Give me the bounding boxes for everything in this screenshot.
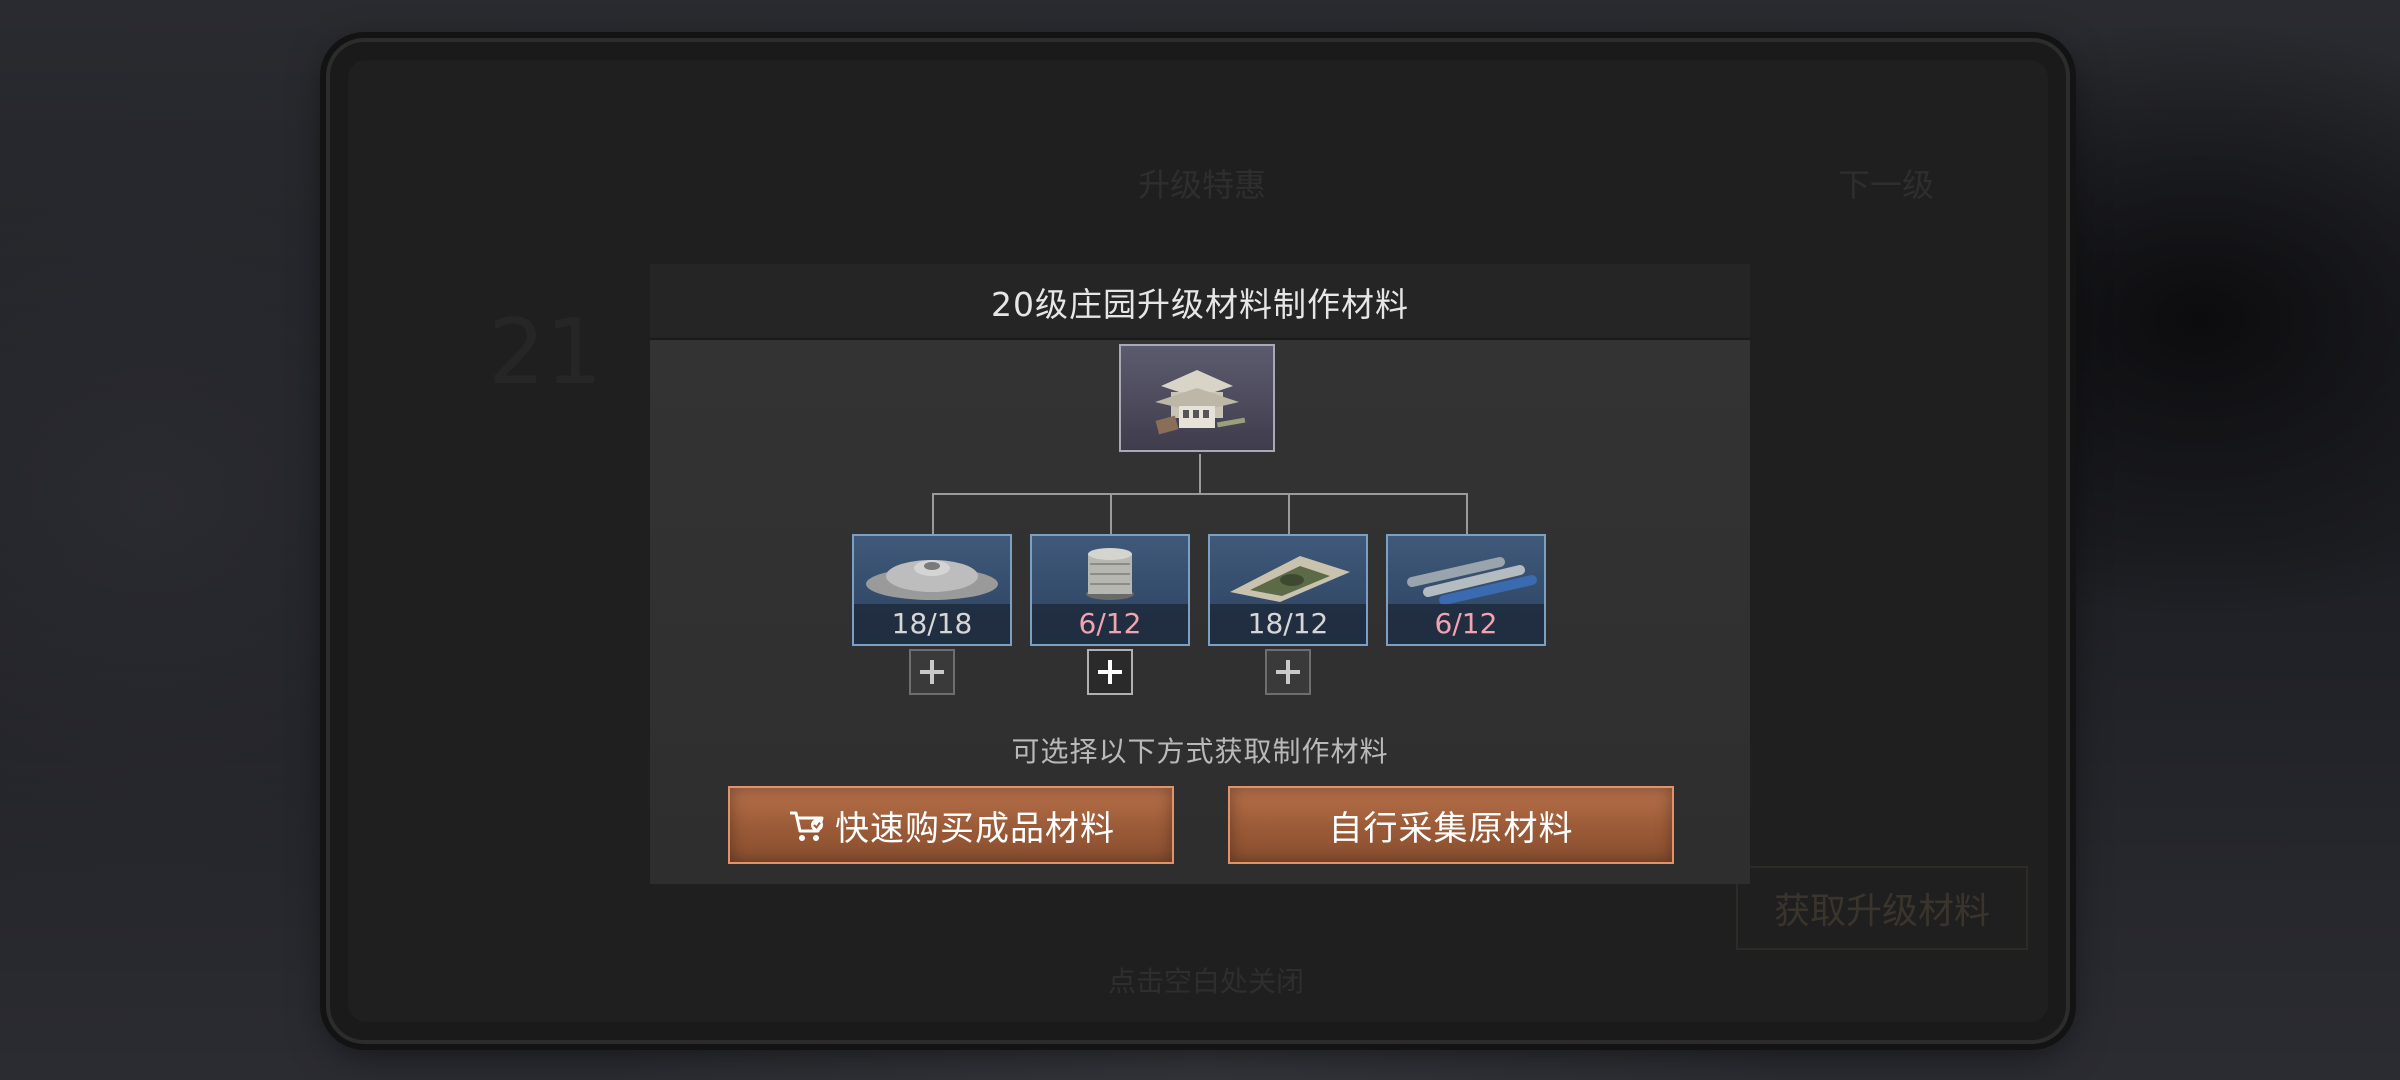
steel-pipes-icon <box>1407 557 1537 605</box>
material-count: 6/12 <box>1388 604 1544 644</box>
self-gather-button[interactable]: 自行采集原材料 <box>1228 786 1674 864</box>
add-ore-button[interactable] <box>909 649 955 695</box>
background-next-level: 下一级 <box>1838 166 1935 204</box>
add-wire-button[interactable] <box>1087 649 1133 695</box>
background-title: 升级特惠 <box>1138 166 1267 204</box>
materials-dialog: 20级庄园升级材料制作材料 18/18 6/12 18/12 6/12 可选择以… <box>650 264 1750 884</box>
add-fabric-button[interactable] <box>1265 649 1311 695</box>
fabric-sheet-icon <box>1230 556 1350 602</box>
background-close-hint: 点击空白处关闭 <box>1108 965 1305 998</box>
background-upgrade-button: 获取升级材料 <box>1736 866 2029 950</box>
material-count: 6/12 <box>1032 604 1188 644</box>
ore-pile-icon <box>866 560 998 600</box>
recipe-tree-lines <box>932 454 1468 534</box>
acquire-hint: 可选择以下方式获取制作材料 <box>1011 735 1389 768</box>
background-level-number: 21 <box>488 300 603 405</box>
wire-spool-icon <box>1086 548 1134 600</box>
quick-buy-button[interactable]: 快速购买成品材料 <box>728 786 1174 864</box>
material-slot-pipes[interactable]: 6/12 <box>1386 534 1546 646</box>
material-count: 18/18 <box>854 604 1010 644</box>
material-slot-fabric[interactable]: 18/12 <box>1208 534 1368 646</box>
material-slot-wire[interactable]: 6/12 <box>1030 534 1190 646</box>
material-slot-ore[interactable]: 18/18 <box>852 534 1012 646</box>
material-count: 18/12 <box>1210 604 1366 644</box>
quick-buy-label: 快速购买成品材料 <box>835 808 1115 849</box>
self-gather-label: 自行采集原材料 <box>1328 808 1574 849</box>
cart-icon <box>790 811 824 841</box>
